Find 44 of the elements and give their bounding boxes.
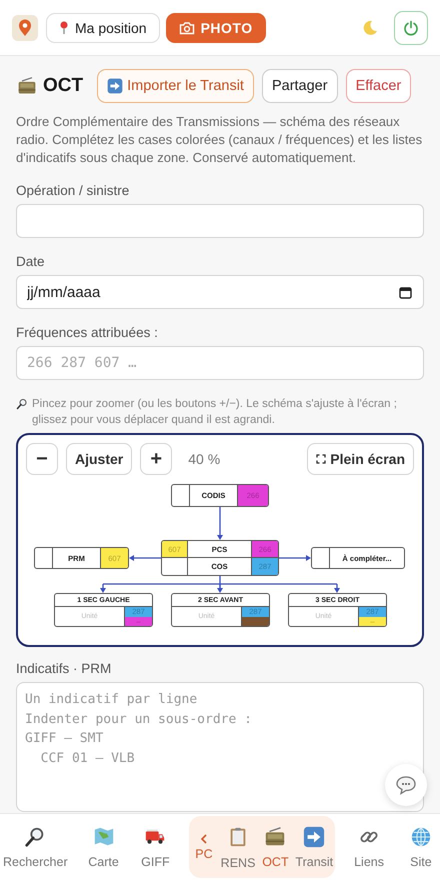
- input-field[interactable]: 266 287 607 …: [16, 346, 424, 380]
- globe-icon: [410, 826, 432, 848]
- connector-arrow: [217, 507, 223, 540]
- hint-text: Pincez pour zoomer (ou les boutons +/−). Le schéma s'ajuste à l'écran ; glissez pour vous déplacer quand il est agrandi.: [32, 397, 398, 428]
- page-title: OCT: [43, 75, 84, 97]
- zoom-in-button[interactable]: +: [140, 443, 172, 475]
- fullscreen-icon: [316, 454, 326, 464]
- nav-tab[interactable]: RENS: [218, 816, 258, 878]
- search-icon: [16, 398, 28, 410]
- fit-button[interactable]: Ajuster: [66, 443, 132, 475]
- nav-tab[interactable]: OCT: [257, 816, 294, 878]
- power-button[interactable]: [394, 10, 428, 44]
- nav-tab[interactable]: Liens: [351, 814, 388, 880]
- callsign-textarea[interactable]: Un indicatif par ligne Indenter pour un sous-ordre : GIFF – SMT CCF 01 – VLB: [16, 682, 424, 812]
- field-label: Date: [16, 254, 46, 269]
- connector-arrow: [279, 555, 311, 561]
- description: Ordre Complémentaire des Transmissions — schéma des réseaux radio. Complétez les cases colorées (canaux / fréquences) et les listes d'indicatifs sous chaque zone. Conservé automatiquement.: [16, 113, 424, 167]
- chevron-icon: [200, 834, 208, 844]
- position-button[interactable]: Ma position: [46, 12, 160, 42]
- nav-tab[interactable]: Rechercher: [1, 814, 70, 880]
- field-label: Opération / sinistre: [16, 183, 130, 198]
- speech-bubble-icon: [395, 775, 417, 795]
- zoom-level: 40 %: [188, 451, 220, 467]
- nav-tab[interactable]: Transit: [293, 816, 336, 878]
- action-button[interactable]: Importer le Transit: [97, 69, 254, 103]
- radio-icon: [16, 76, 38, 96]
- connector-arrow: [129, 555, 161, 561]
- map-pin-logo[interactable]: [12, 14, 38, 40]
- calendar-icon[interactable]: [399, 286, 412, 299]
- action-button[interactable]: Partager: [262, 69, 338, 103]
- action-button[interactable]: Effacer: [346, 69, 412, 103]
- zoom-out-button[interactable]: −: [26, 443, 58, 475]
- nav-tab[interactable]: GIFF: [137, 814, 174, 880]
- power-icon: [403, 20, 419, 36]
- group-toggle[interactable]: PC: [189, 816, 219, 878]
- camera-icon: [178, 20, 195, 34]
- field-label: Fréquences attribuées :: [16, 325, 159, 340]
- input-field[interactable]: jj/mm/aaaa: [16, 275, 424, 309]
- nav-tab[interactable]: Site: [402, 814, 439, 880]
- fullscreen-button[interactable]: Plein écran: [307, 443, 414, 475]
- field-label: Indicatifs · PRM: [16, 661, 112, 676]
- pin-icon: [59, 20, 69, 34]
- nav-tab[interactable]: Carte: [86, 814, 122, 880]
- photo-button[interactable]: PHOTO: [166, 12, 266, 42]
